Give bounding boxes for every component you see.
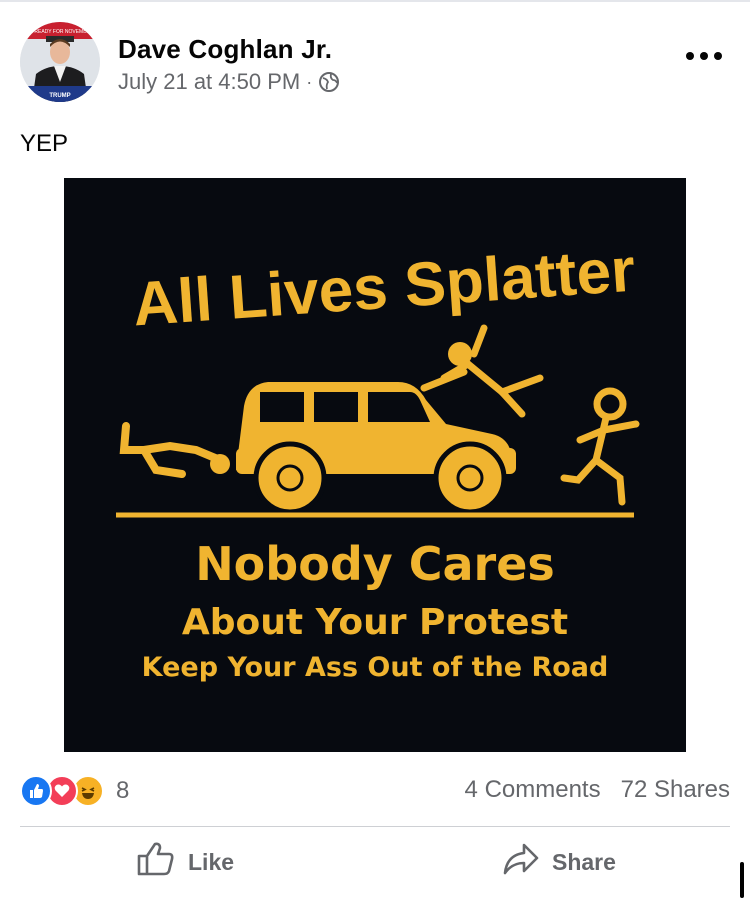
reaction-count: 8: [116, 777, 130, 804]
image-line-2: About Your Protest: [182, 602, 568, 643]
post-timestamp[interactable]: July 21 at 4:50 PM: [118, 69, 300, 95]
more-dot: [714, 52, 722, 60]
top-divider: [0, 0, 750, 2]
meta-separator: ·: [306, 71, 313, 92]
reactions-summary[interactable]: 8: [20, 774, 129, 808]
thumbs-up-icon: [136, 841, 176, 883]
post-author[interactable]: Dave Coghlan Jr.: [118, 34, 332, 65]
shares-count[interactable]: 72 Shares: [621, 776, 730, 804]
share-label: Share: [552, 848, 616, 875]
share-button[interactable]: Share: [502, 840, 616, 884]
like-reaction-icon: [20, 775, 52, 807]
avatar[interactable]: I'M READY FOR NOVEMBER TRUMP: [20, 22, 100, 102]
like-button[interactable]: Like: [136, 840, 234, 884]
avatar-banner-top: I'M READY FOR NOVEMBER: [27, 29, 94, 35]
image-line-1: Nobody Cares: [195, 537, 555, 591]
post-text: YEP: [20, 130, 69, 157]
scrollbar[interactable]: [740, 862, 744, 898]
share-arrow-icon: [502, 841, 540, 883]
post-meta: July 21 at 4:50 PM ·: [118, 69, 340, 95]
more-dot: [686, 52, 694, 60]
engagement-stats: 4 Comments 72 Shares: [465, 776, 730, 804]
comments-count[interactable]: 4 Comments: [465, 776, 601, 804]
more-dot: [700, 52, 708, 60]
action-divider: [20, 826, 730, 827]
image-line-3: Keep Your Ass Out of the Road: [142, 652, 609, 683]
avatar-banner-bottom: TRUMP: [49, 93, 70, 99]
post-image[interactable]: All Lives Splatter Nobody Cares About Yo…: [64, 178, 686, 752]
like-label: Like: [188, 848, 235, 875]
globe-icon: [318, 71, 340, 93]
more-options-button[interactable]: [686, 46, 722, 66]
